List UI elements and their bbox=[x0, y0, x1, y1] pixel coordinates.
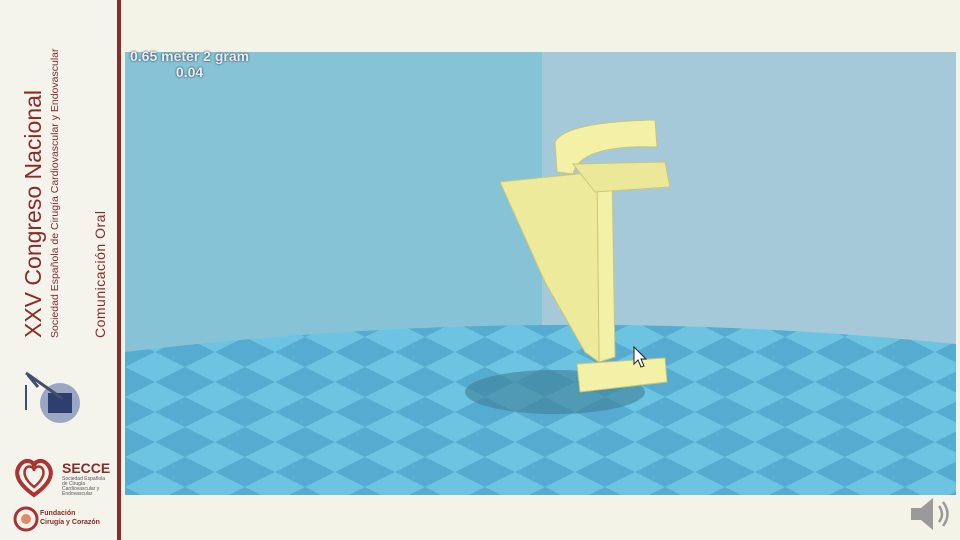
model-stem bbox=[596, 169, 616, 363]
readout-line2: 0.04 bbox=[175, 64, 204, 80]
session-label: Comunicación Oral bbox=[92, 210, 108, 338]
3d-scene[interactable] bbox=[125, 52, 956, 495]
foundation-line2: Cirugía y Corazón bbox=[40, 519, 100, 526]
back-wall-left bbox=[125, 52, 542, 352]
measurement-readout: 0.65 meter 2 gram 0.04 bbox=[130, 48, 249, 80]
society-subtitle: Sociedad Española de Cirugía Cardiovascu… bbox=[49, 48, 61, 339]
secce-name: SECCE bbox=[62, 460, 111, 476]
speaker-icon[interactable] bbox=[905, 492, 955, 536]
3d-viewport[interactable] bbox=[125, 52, 956, 495]
readout-line1: 0.65 meter 2 gram bbox=[130, 48, 250, 64]
sidebar-divider bbox=[117, 0, 121, 540]
secce-small-text: Sociedad Española de Cirugía Cardiovascu… bbox=[62, 476, 106, 497]
foundation-logo bbox=[13, 506, 39, 532]
congress-logo bbox=[25, 371, 80, 423]
congress-title: XXV Congreso Nacional bbox=[20, 89, 46, 338]
foundation-name: Fundación Cirugía y Corazón bbox=[40, 509, 100, 527]
foundation-line1: Fundación bbox=[40, 510, 76, 517]
